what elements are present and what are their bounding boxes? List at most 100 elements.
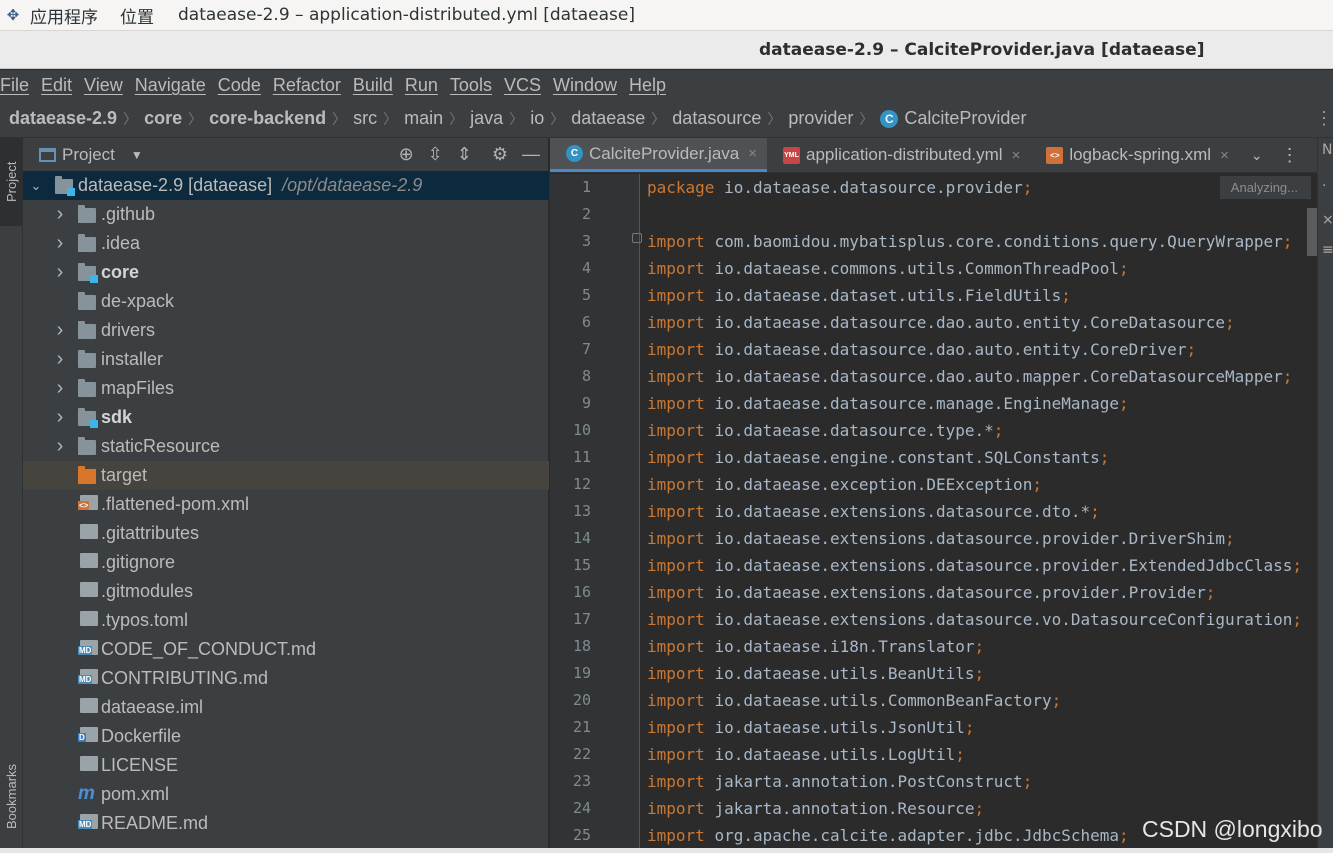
code-line[interactable]: import jakarta.annotation.PostConstruct; xyxy=(647,768,1317,795)
breadcrumb-item[interactable]: core-backend 〉 xyxy=(209,108,353,129)
breadcrumb-item[interactable]: dataease-2.9 〉 xyxy=(9,108,144,129)
code-line[interactable]: import io.dataease.dataset.utils.FieldUt… xyxy=(647,282,1317,309)
menu-window[interactable]: Window xyxy=(553,75,617,96)
tree-item[interactable]: › mapFiles xyxy=(23,374,549,403)
breadcrumb-item[interactable]: dataease 〉 xyxy=(571,108,672,129)
chevron-down-icon[interactable]: ⌄ xyxy=(1251,138,1263,172)
tree-item[interactable]: target xyxy=(23,461,549,490)
code-line[interactable]: import io.dataease.extensions.datasource… xyxy=(647,498,1317,525)
tree-item[interactable]: .gitattributes xyxy=(23,519,549,548)
menu-refactor[interactable]: Refactor xyxy=(273,75,341,96)
code-editor[interactable]: 1 2 3 4 5 6 7 8 9 10 11 12 13 14 15 16 17 18 19 20 21 22 23 24 2… xyxy=(550,174,1317,853)
project-tool-tab[interactable]: Project xyxy=(0,138,23,226)
code-line[interactable]: import io.dataease.datasource.dao.auto.m… xyxy=(647,363,1317,390)
menu-run[interactable]: Run xyxy=(405,75,438,96)
code-line[interactable]: import io.dataease.datasource.manage.Eng… xyxy=(647,390,1317,417)
code-area[interactable]: package io.dataease.datasource.provider;… xyxy=(647,174,1317,849)
menu-code[interactable]: Code xyxy=(218,75,261,96)
menu-help[interactable]: Help xyxy=(629,75,666,96)
editor-scrollbar[interactable] xyxy=(1307,208,1317,256)
chevron-right-icon[interactable]: › xyxy=(53,377,67,400)
tree-item[interactable]: MD README.md xyxy=(23,809,549,838)
tree-item[interactable]: › core xyxy=(23,258,549,287)
menu-icon[interactable]: ≡ xyxy=(1322,242,1333,258)
notifications-icon[interactable]: N xyxy=(1322,142,1332,158)
tool-icon[interactable]: ⋅ xyxy=(1322,178,1326,194)
menu-edit[interactable]: Edit xyxy=(41,75,72,96)
tree-item[interactable]: .gitignore xyxy=(23,548,549,577)
tree-item[interactable]: MD CONTRIBUTING.md xyxy=(23,664,549,693)
code-line[interactable] xyxy=(647,201,1317,228)
tree-item[interactable]: .gitmodules xyxy=(23,577,549,606)
chevron-right-icon[interactable]: › xyxy=(53,406,67,429)
tab-application-distributed[interactable]: YML application-distributed.yml × xyxy=(767,138,1030,172)
chevron-right-icon[interactable]: › xyxy=(53,348,67,371)
code-line[interactable]: import io.dataease.extensions.datasource… xyxy=(647,579,1317,606)
close-icon[interactable]: × xyxy=(1220,147,1229,164)
vertical-ellipsis-icon[interactable]: ⋮ xyxy=(1315,108,1333,129)
chevron-right-icon[interactable]: › xyxy=(53,203,67,226)
code-line[interactable]: import io.dataease.utils.CommonBeanFacto… xyxy=(647,687,1317,714)
breadcrumb-item[interactable]: java 〉 xyxy=(470,108,530,129)
close-icon[interactable]: × xyxy=(748,145,757,162)
expand-all-icon[interactable]: ⇳ xyxy=(428,144,443,165)
breadcrumb-item[interactable]: io 〉 xyxy=(530,108,571,129)
apps-icon[interactable]: ✥ xyxy=(2,4,24,26)
breadcrumb-item[interactable]: src 〉 xyxy=(353,108,404,129)
breadcrumb-item[interactable]: datasource 〉 xyxy=(672,108,788,129)
code-line[interactable]: import io.dataease.exception.DEException… xyxy=(647,471,1317,498)
tree-item[interactable]: <> .flattened-pom.xml xyxy=(23,490,549,519)
system-menu-applications[interactable]: 应用程序 xyxy=(30,3,98,28)
tree-item[interactable]: › sdk xyxy=(23,403,549,432)
code-line[interactable]: import io.dataease.engine.constant.SQLCo… xyxy=(647,444,1317,471)
system-menu-places[interactable]: 位置 xyxy=(120,3,154,28)
close-icon[interactable]: × xyxy=(1012,147,1021,164)
code-line[interactable]: import io.dataease.commons.utils.CommonT… xyxy=(647,255,1317,282)
close-icon[interactable]: × xyxy=(1322,212,1333,228)
vertical-ellipsis-icon[interactable]: ⋮ xyxy=(1281,138,1299,172)
code-line[interactable]: import io.dataease.datasource.type.*; xyxy=(647,417,1317,444)
menu-tools[interactable]: Tools xyxy=(450,75,492,96)
menu-navigate[interactable]: Navigate xyxy=(135,75,206,96)
chevron-right-icon[interactable]: › xyxy=(53,319,67,342)
collapse-all-icon[interactable]: ⇕ xyxy=(457,144,472,165)
breadcrumb-item[interactable]: provider 〉 xyxy=(788,108,880,129)
project-view-title[interactable]: Project xyxy=(62,145,115,165)
code-line[interactable]: import io.dataease.extensions.datasource… xyxy=(647,606,1317,633)
tree-item[interactable]: › .idea xyxy=(23,229,549,258)
tree-item[interactable]: .typos.toml xyxy=(23,606,549,635)
menu-file[interactable]: File xyxy=(0,75,29,96)
tab-calciteprovider[interactable]: C CalciteProvider.java × xyxy=(550,138,768,172)
tab-logback-spring[interactable]: <> logback-spring.xml × xyxy=(1030,138,1239,172)
code-line[interactable]: package io.dataease.datasource.provider; xyxy=(647,174,1317,201)
tree-item[interactable]: › drivers xyxy=(23,316,549,345)
code-line[interactable]: import io.dataease.extensions.datasource… xyxy=(647,552,1317,579)
tree-item[interactable]: de-xpack xyxy=(23,287,549,316)
code-line[interactable]: import io.dataease.utils.JsonUtil; xyxy=(647,714,1317,741)
code-line[interactable]: import io.dataease.utils.BeanUtils; xyxy=(647,660,1317,687)
tree-item[interactable]: LICENSE xyxy=(23,751,549,780)
bookmarks-tool-tab[interactable]: Bookmarks xyxy=(0,756,23,836)
code-line[interactable]: import com.baomidou.mybatisplus.core.con… xyxy=(647,228,1317,255)
tree-root[interactable]: ⌄ dataease-2.9 [dataease] /opt/dataease-2… xyxy=(23,171,549,200)
minimize-icon[interactable]: — xyxy=(522,144,540,165)
menu-view[interactable]: View xyxy=(84,75,123,96)
tree-item[interactable]: MD CODE_OF_CONDUCT.md xyxy=(23,635,549,664)
tree-item[interactable]: D Dockerfile xyxy=(23,722,549,751)
fold-icon[interactable] xyxy=(632,233,642,243)
chevron-right-icon[interactable]: › xyxy=(53,232,67,255)
locate-icon[interactable]: ⊕ xyxy=(399,144,414,165)
code-line[interactable]: import io.dataease.utils.LogUtil; xyxy=(647,741,1317,768)
code-line[interactable]: import io.dataease.datasource.dao.auto.e… xyxy=(647,309,1317,336)
menu-build[interactable]: Build xyxy=(353,75,393,96)
chevron-right-icon[interactable]: › xyxy=(53,261,67,284)
code-line[interactable]: import io.dataease.extensions.datasource… xyxy=(647,525,1317,552)
tree-item[interactable]: m pom.xml xyxy=(23,780,549,809)
chevron-down-icon[interactable]: ⌄ xyxy=(29,178,43,194)
menu-vcs[interactable]: VCS xyxy=(504,75,541,96)
tree-item[interactable]: dataease.iml xyxy=(23,693,549,722)
chevron-down-icon[interactable]: ▼ xyxy=(131,148,143,162)
breadcrumb-item[interactable]: main 〉 xyxy=(404,108,470,129)
gear-icon[interactable]: ⚙ xyxy=(492,144,508,165)
tree-item[interactable]: › .github xyxy=(23,200,549,229)
